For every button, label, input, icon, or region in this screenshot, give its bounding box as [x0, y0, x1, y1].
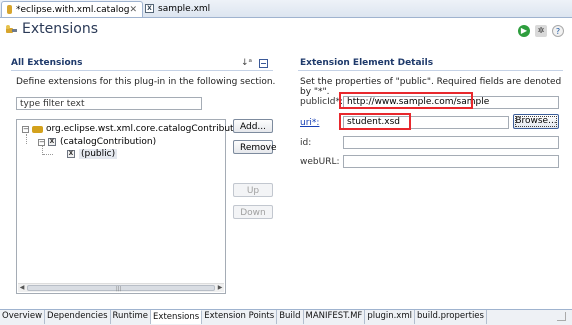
horizontal-scrollbar[interactable]: ◀ ||| ▶ — [18, 283, 224, 292]
extension-point-icon — [32, 125, 43, 133]
run-icon[interactable]: ▶ — [518, 25, 530, 37]
collapse-all-icon[interactable] — [259, 59, 268, 68]
close-icon[interactable]: ✕ — [129, 5, 137, 15]
help-icon[interactable]: ? — [552, 25, 564, 37]
form-page-tabs: Overview Dependencies Runtime Extensions… — [0, 309, 572, 325]
sort-alpha-icon[interactable]: ↓ᵃ — [241, 58, 252, 68]
tab-build-properties[interactable]: build.properties — [415, 310, 487, 324]
tree-node-label: (catalogContribution) — [60, 137, 157, 147]
collapse-twisty-icon[interactable]: − — [38, 138, 45, 146]
highlight-box — [339, 113, 411, 130]
tree-guide — [26, 134, 27, 144]
weburl-field[interactable] — [343, 155, 559, 168]
resize-corner-icon — [557, 312, 566, 321]
tree-node-public[interactable]: X (public) — [67, 149, 118, 159]
details-title: Extension Element Details — [300, 58, 434, 68]
tree-node-label: org.eclipse.wst.xml.core.catalogContribu… — [46, 124, 252, 134]
uri-link-label[interactable]: uri*: — [300, 118, 319, 128]
collapse-twisty-icon[interactable]: − — [22, 125, 29, 133]
page-title: Extensions — [22, 21, 99, 37]
tab-overview[interactable]: Overview — [0, 310, 46, 324]
tab-build[interactable]: Build — [277, 310, 304, 324]
id-field[interactable] — [343, 136, 559, 149]
extensions-tree[interactable]: − org.eclipse.wst.xml.core.catalogContri… — [16, 119, 252, 294]
scrollbar-thumb[interactable]: ||| — [27, 285, 215, 292]
browse-button[interactable]: Browse... — [513, 114, 559, 129]
editor-tab-plugin[interactable]: *eclipse.with.xml.catalog ✕ — [1, 1, 143, 17]
highlight-box — [339, 92, 473, 109]
editor-tab-bar: *eclipse.with.xml.catalog ✕ X sample.xml — [0, 0, 572, 18]
tab-runtime[interactable]: Runtime — [111, 310, 152, 324]
id-label: id: — [300, 138, 312, 148]
down-button[interactable]: Down — [233, 205, 273, 219]
scroll-right-icon[interactable]: ▶ — [216, 284, 224, 292]
tree-node-catalog-contribution[interactable]: − X (catalogContribution) — [38, 137, 156, 147]
tab-extensions[interactable]: Extensions — [151, 310, 203, 324]
editor-tab-sample-xml[interactable]: X sample.xml — [140, 1, 220, 16]
xml-file-icon: X — [145, 4, 154, 13]
tree-node-extension[interactable]: − org.eclipse.wst.xml.core.catalogContri… — [22, 124, 252, 134]
remove-button[interactable]: Remove — [233, 140, 277, 154]
weburl-label: webURL: — [300, 157, 340, 167]
element-icon: X — [67, 150, 75, 158]
extensions-icon — [6, 25, 17, 33]
add-button[interactable]: Add... — [233, 119, 273, 133]
all-extensions-title: All Extensions — [11, 58, 83, 68]
grip-icon: ||| — [116, 286, 122, 292]
plugin-icon — [7, 5, 13, 14]
publicid-label: publicId*: — [300, 97, 343, 107]
header-actions: ▶ ✲ ? — [518, 25, 564, 37]
section-divider — [298, 70, 563, 71]
editor-tab-label: sample.xml — [158, 3, 211, 14]
element-icon: X — [48, 138, 56, 146]
tab-extension-points[interactable]: Extension Points — [202, 310, 278, 324]
editor-tab-label: *eclipse.with.xml.catalog — [16, 4, 130, 15]
filter-input[interactable] — [16, 97, 202, 110]
tree-guide — [43, 154, 53, 155]
up-button[interactable]: Up — [233, 183, 273, 197]
tree-node-label: (public) — [79, 149, 118, 159]
tab-plugin-xml[interactable]: plugin.xml — [365, 310, 415, 324]
scroll-left-icon[interactable]: ◀ — [18, 284, 26, 292]
tab-manifest[interactable]: MANIFEST.MF — [304, 310, 366, 324]
debug-icon[interactable]: ✲ — [535, 25, 547, 37]
all-extensions-description: Define extensions for this plug-in in th… — [16, 77, 276, 87]
tab-dependencies[interactable]: Dependencies — [45, 310, 111, 324]
section-divider — [11, 70, 273, 71]
